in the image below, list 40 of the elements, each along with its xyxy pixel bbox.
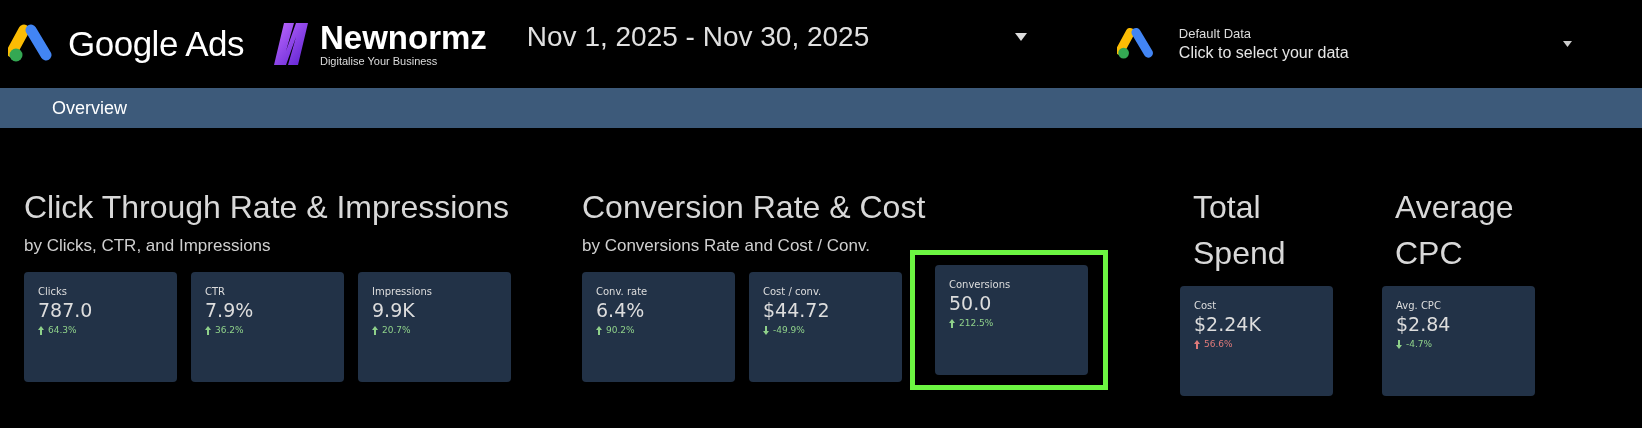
metric-value: $2.84 [1396,313,1452,335]
data-source-selector[interactable]: Default Data Click to select your data [1116,26,1572,62]
section-title: Click Through Rate & Impressions [24,188,510,227]
metric-label: Cost [1194,300,1218,311]
section-title: Conversion Rate & Cost [582,188,927,227]
metric-change: 64.3% [48,325,77,335]
date-range-picker[interactable]: Nov 1, 2025 - Nov 30, 2025 [526,21,1027,53]
metric-value: $2.24K [1194,313,1262,335]
metric-change: -49.9% [773,325,805,335]
section-title: Total Spend [1193,188,1287,273]
partner-tagline: Digitalise Your Business [319,55,439,67]
section-title: Average CPC [1395,188,1515,273]
metric-value: 7.9% [205,299,255,321]
metric-label: Clicks [38,286,69,297]
metric-value: $44.72 [763,299,831,321]
partner-name: Newnormz [319,21,487,55]
logo-icon [1116,27,1155,61]
metric-label: Conversions [949,279,1012,290]
section-subtitle: by Clicks, CTR, and Impressions [24,236,272,256]
metric-label: Cost / conv. [763,286,823,297]
metric-change: 56.6% [1204,339,1233,349]
metric-value: 50.0 [949,292,993,314]
metric-value: 9.9K [372,299,416,321]
tab[interactable]: Overview [52,97,127,119]
metric-label: CTR [205,286,227,297]
metric-label: Avg. CPC [1396,300,1442,311]
logo-icon [8,24,54,64]
metric-value: 787.0 [38,299,94,321]
metric-change: 212.5% [959,318,994,328]
caret-icon [1014,33,1027,41]
caret-icon [1562,41,1572,47]
metric-label: Conv. rate [596,286,649,297]
metric-value: 6.4% [596,299,646,321]
metric-change: 36.2% [215,325,244,335]
metric-change: 90.2% [606,325,635,335]
metric-change: 20.7% [382,325,411,335]
metric-change: -4.7% [1406,339,1433,349]
metric-label: Impressions [372,286,433,297]
section-subtitle: by Conversions Rate and Cost / Conv. [582,236,871,256]
brand-name: Google Ads [68,24,244,64]
